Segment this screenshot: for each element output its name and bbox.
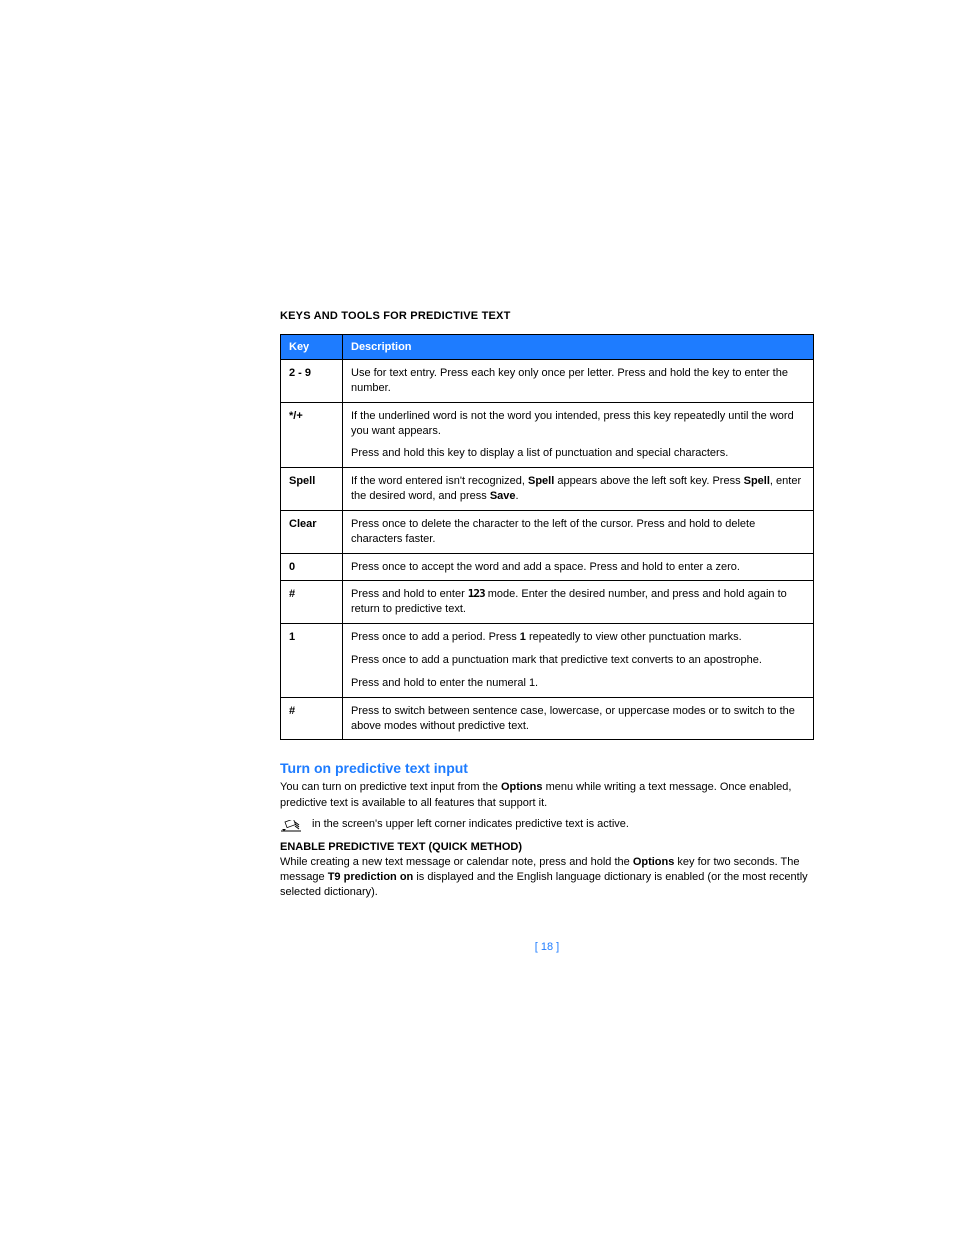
table-row: 1 Press once to add a period. Press 1 re… <box>281 624 814 698</box>
desc-text: Use for text entry. Press each key only … <box>351 366 805 396</box>
table-header-key: Key <box>281 335 343 360</box>
desc-text: Press and hold to enter the numeral 1. <box>351 676 805 691</box>
table-row: # Press and hold to enter 123 mode. Ente… <box>281 581 814 624</box>
desc-cell: Press and hold to enter 123 mode. Enter … <box>343 581 814 624</box>
bold-text: Save <box>490 490 516 502</box>
text-fragment: You can turn on predictive text input fr… <box>280 781 501 793</box>
bold-text: Options <box>501 781 543 793</box>
text-fragment: Press and hold to enter <box>351 588 468 600</box>
table-header-description: Description <box>343 335 814 360</box>
predictive-keys-table: Key Description 2 - 9 Use for text entry… <box>280 334 814 740</box>
desc-text: If the underlined word is not the word y… <box>351 409 805 439</box>
table-row: 2 - 9 Use for text entry. Press each key… <box>281 360 814 403</box>
subsection-title: Turn on predictive text input <box>280 760 814 776</box>
key-cell: */+ <box>281 402 343 468</box>
desc-cell: Press once to add a period. Press 1 repe… <box>343 624 814 698</box>
body-paragraph: While creating a new text message or cal… <box>280 855 814 901</box>
desc-text: Press once to add a punctuation mark tha… <box>351 653 805 668</box>
text-fragment: repeatedly to view other punctuation mar… <box>526 631 742 643</box>
desc-cell: Press to switch between sentence case, l… <box>343 697 814 740</box>
text-fragment: appears above the left soft key. Press <box>554 475 743 487</box>
text-fragment: If the word entered isn't recognized, <box>351 475 528 487</box>
key-cell: 1 <box>281 624 343 698</box>
key-cell: # <box>281 581 343 624</box>
table-row: Spell If the word entered isn't recogniz… <box>281 468 814 511</box>
desc-text: Press once to add a period. Press 1 repe… <box>351 630 805 645</box>
desc-text: Press to switch between sentence case, l… <box>351 704 805 734</box>
desc-cell: If the underlined word is not the word y… <box>343 402 814 468</box>
bold-text: Spell <box>744 475 770 487</box>
text-fragment: . <box>516 490 519 502</box>
desc-text: Press once to delete the character to th… <box>351 517 805 547</box>
desc-cell: If the word entered isn't recognized, Sp… <box>343 468 814 511</box>
desc-text: If the word entered isn't recognized, Sp… <box>351 474 805 504</box>
key-cell: # <box>281 697 343 740</box>
sub-subsection-heading: ENABLE PREDICTIVE TEXT (QUICK METHOD) <box>280 841 814 853</box>
text-fragment: While creating a new text message or cal… <box>280 856 633 868</box>
desc-cell: Use for text entry. Press each key only … <box>343 360 814 403</box>
page-number: [ 18 ] <box>280 941 814 953</box>
predictive-icon-row: in the screen's upper left corner indica… <box>280 817 814 832</box>
desc-text: Press once to accept the word and add a … <box>351 560 805 575</box>
body-paragraph: You can turn on predictive text input fr… <box>280 780 814 811</box>
desc-cell: Press once to delete the character to th… <box>343 510 814 553</box>
body-paragraph: in the screen's upper left corner indica… <box>312 817 629 832</box>
pencil-predictive-icon <box>280 819 302 831</box>
desc-text: Press and hold this key to display a lis… <box>351 446 805 461</box>
document-page: KEYS AND TOOLS FOR PREDICTIVE TEXT Key D… <box>0 0 954 953</box>
key-cell: Spell <box>281 468 343 511</box>
text-fragment: Press once to add a period. Press <box>351 631 520 643</box>
table-row: */+ If the underlined word is not the wo… <box>281 402 814 468</box>
table-row: # Press to switch between sentence case,… <box>281 697 814 740</box>
desc-text: Press and hold to enter 123 mode. Enter … <box>351 587 805 617</box>
numeric-mode-icon: 123 <box>468 587 485 600</box>
key-cell: 0 <box>281 553 343 581</box>
table-row: Clear Press once to delete the character… <box>281 510 814 553</box>
bold-text: Options <box>633 856 675 868</box>
desc-cell: Press once to accept the word and add a … <box>343 553 814 581</box>
bold-text: T9 prediction on <box>328 871 414 883</box>
section-heading: KEYS AND TOOLS FOR PREDICTIVE TEXT <box>280 310 814 322</box>
table-row: 0 Press once to accept the word and add … <box>281 553 814 581</box>
key-cell: Clear <box>281 510 343 553</box>
key-cell: 2 - 9 <box>281 360 343 403</box>
bold-text: Spell <box>528 475 554 487</box>
